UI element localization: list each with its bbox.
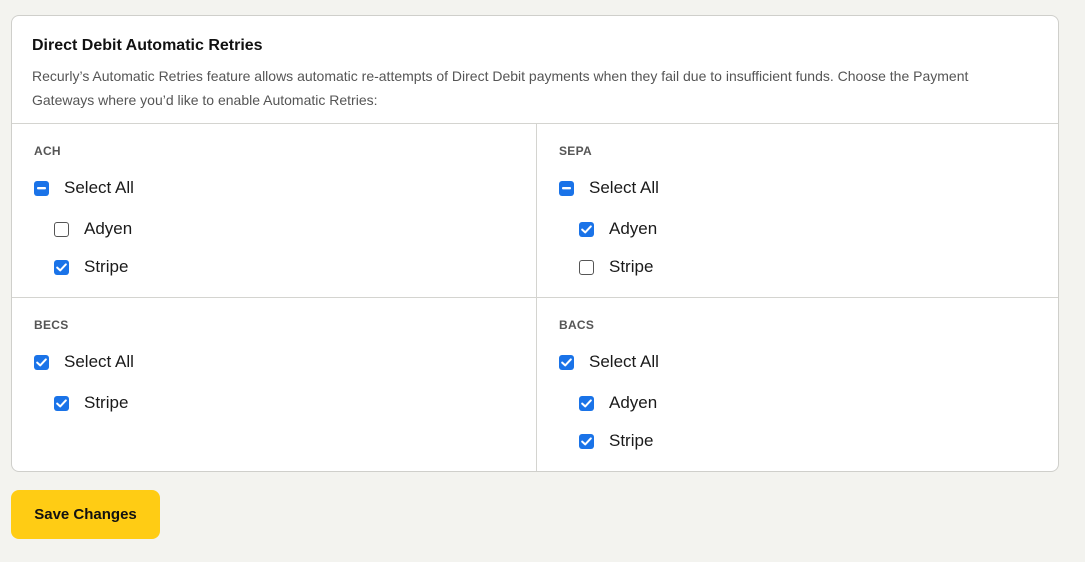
checkbox-checked-icon[interactable] [54, 395, 69, 411]
section-label: ACH [34, 144, 61, 158]
checkbox-checked-icon[interactable] [34, 354, 49, 370]
ach-stripe-checkbox[interactable]: Stripe [34, 248, 514, 286]
checkbox-checked-icon[interactable] [54, 259, 69, 275]
section-label: SEPA [559, 144, 592, 158]
card-description: Recurly’s Automatic Retries feature allo… [32, 68, 969, 108]
save-changes-button[interactable]: Save Changes [11, 490, 160, 539]
checkbox-label: Adyen [609, 219, 658, 238]
checkbox-label: Stripe [609, 431, 654, 450]
checkbox-checked-icon[interactable] [579, 433, 594, 449]
ach-adyen-checkbox[interactable]: Adyen [34, 210, 514, 248]
checkbox-label: Adyen [84, 219, 133, 238]
bacs-adyen-checkbox[interactable]: Adyen [559, 384, 1036, 422]
checkbox-label: Select All [64, 178, 134, 197]
sepa-stripe-checkbox[interactable]: Stripe [559, 248, 1036, 286]
checkbox-indeterminate-icon[interactable] [559, 180, 574, 196]
section-becs: BECS Select All Stripe [12, 298, 537, 471]
sepa-adyen-checkbox[interactable]: Adyen [559, 210, 1036, 248]
becs-stripe-checkbox[interactable]: Stripe [34, 384, 514, 422]
checkbox-label: Select All [589, 178, 659, 197]
section-label: BACS [559, 318, 595, 332]
section-label: BECS [34, 318, 69, 332]
checkbox-label: Stripe [84, 393, 129, 412]
checkbox-label: Adyen [609, 393, 658, 412]
checkbox-label: Select All [589, 352, 659, 371]
checkbox-label: Select All [64, 352, 134, 371]
checkbox-checked-icon[interactable] [559, 354, 574, 370]
checkbox-label: Stripe [609, 257, 654, 276]
gateway-grid: ACH Select All Adyen Stripe SEPA Select … [12, 124, 1058, 471]
checkbox-label: Stripe [84, 257, 129, 276]
section-sepa: SEPA Select All Adyen Stripe [537, 124, 1058, 298]
bacs-stripe-checkbox[interactable]: Stripe [559, 422, 1036, 460]
direct-debit-retries-card: Direct Debit Automatic Retries Recurly’s… [11, 15, 1059, 472]
becs-select-all-checkbox[interactable]: Select All [34, 346, 514, 378]
checkbox-unchecked-icon[interactable] [579, 259, 594, 275]
sepa-select-all-checkbox[interactable]: Select All [559, 172, 1036, 204]
bacs-select-all-checkbox[interactable]: Select All [559, 346, 1036, 378]
section-ach: ACH Select All Adyen Stripe [12, 124, 537, 298]
checkbox-checked-icon[interactable] [579, 221, 594, 237]
checkbox-unchecked-icon[interactable] [54, 221, 69, 237]
ach-select-all-checkbox[interactable]: Select All [34, 172, 514, 204]
card-header: Direct Debit Automatic Retries Recurly’s… [12, 16, 1058, 124]
section-bacs: BACS Select All Adyen Stripe [537, 298, 1058, 471]
checkbox-checked-icon[interactable] [579, 395, 594, 411]
card-title: Direct Debit Automatic Retries [32, 37, 263, 54]
checkbox-indeterminate-icon[interactable] [34, 180, 49, 196]
